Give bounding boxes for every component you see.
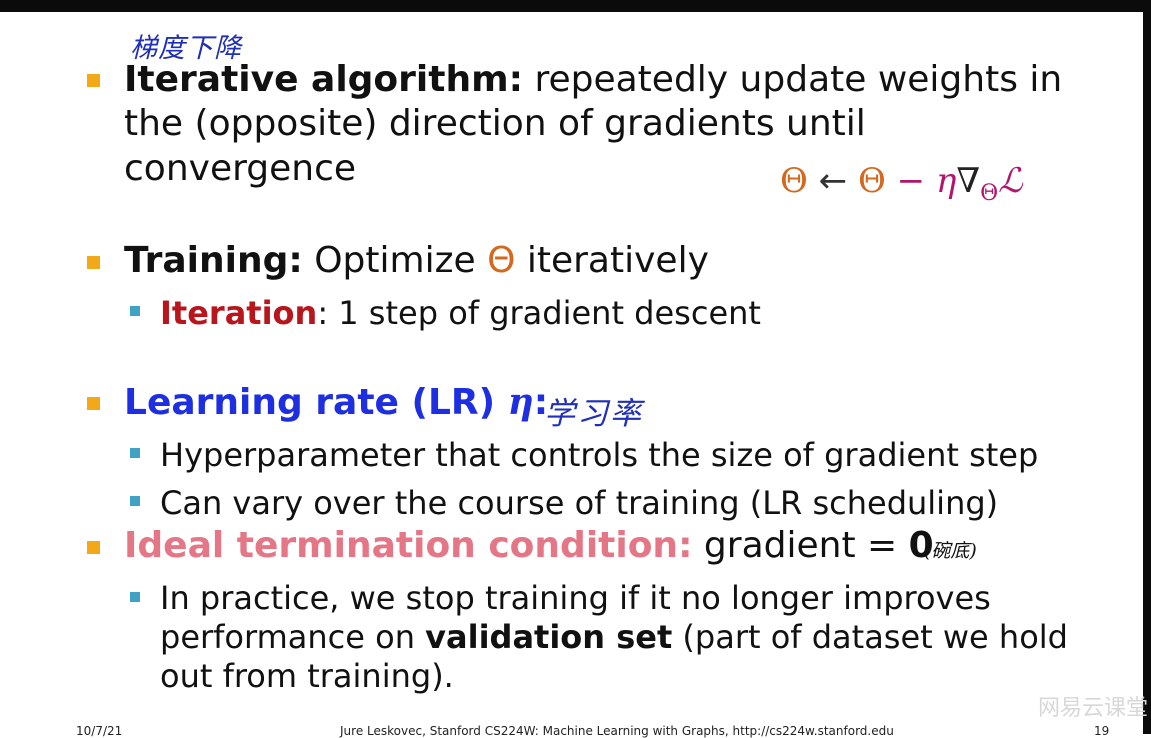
formula-theta-right: Θ	[857, 161, 886, 201]
formula-nabla: ∇	[956, 161, 981, 201]
formula-eta: η	[935, 161, 957, 201]
footer-date: 10/7/21	[76, 724, 123, 738]
handwritten-annotation-bowl-bottom: (碗底)	[924, 540, 977, 562]
sub-bullet-marker	[130, 448, 140, 458]
learning-rate-eta: η	[507, 381, 534, 423]
bullet4-sub-line3: out from training).	[160, 657, 454, 695]
bullet4-sub-line1: In practice, we stop training if it no l…	[160, 579, 991, 617]
sub-bullet-marker	[130, 496, 140, 506]
screen-top-border	[0, 0, 1151, 12]
bullet2-text-after: iteratively	[515, 240, 709, 281]
slide: 梯度下降 Iterative algorithm: repeatedly upd…	[0, 12, 1148, 738]
bullet3-sub1: Hyperparameter that controls the size of…	[160, 436, 1039, 474]
bullet3-line: Learning rate (LR) η:	[124, 384, 548, 421]
bullet-marker	[87, 541, 100, 554]
page-number: 19	[1094, 724, 1110, 738]
termination-text: gradient =	[692, 525, 909, 566]
watermark: 网易云课堂	[1038, 696, 1149, 721]
formula-loss: ℒ	[998, 161, 1023, 201]
bullet1-text: repeatedly update weights in	[523, 59, 1063, 100]
bullet1-line3: convergence	[124, 148, 357, 189]
formula-arrow: ←	[807, 161, 858, 201]
validation-set-term: validation set	[425, 618, 673, 656]
bullet4-line: Ideal termination condition: gradient = …	[124, 528, 934, 564]
sub-bullet-marker	[130, 592, 140, 602]
bullet-marker	[87, 256, 100, 269]
bullet3-sub2: Can vary over the course of training (LR…	[160, 484, 999, 522]
bullet4-sub-text-after: (part of dataset we hold	[672, 618, 1068, 656]
termination-term: Ideal termination condition:	[124, 525, 693, 566]
iteration-term: Iteration	[160, 294, 318, 332]
bullet4-sub-line2: performance on validation set (part of d…	[160, 621, 1068, 653]
bullet1-line2: the (opposite) direction of gradients un…	[124, 103, 866, 144]
bullet4-sub-text: performance on	[160, 618, 426, 656]
bullet1-term: Iterative algorithm:	[124, 59, 524, 100]
screen-right-border	[1143, 0, 1151, 734]
bullet-marker	[87, 74, 100, 87]
bullet2-text-before: Optimize	[302, 240, 488, 281]
bullet2-term: Training:	[124, 240, 303, 281]
learning-rate-term: Learning rate (LR)	[124, 382, 508, 423]
bullet-marker	[87, 397, 100, 410]
handwritten-annotation-learning-rate: 学习率	[544, 396, 643, 432]
formula-subscript-theta: Θ	[980, 181, 999, 206]
footer-credit: Jure Leskovec, Stanford CS224W: Machine …	[340, 724, 894, 738]
bullet2-sub: Iteration: 1 step of gradient descent	[160, 297, 761, 329]
sub-bullet-marker	[130, 306, 140, 316]
formula-theta-left: Θ	[780, 161, 808, 201]
update-formula: Θ ← Θ − η∇Θℒ	[780, 161, 1023, 205]
bullet2-theta: Θ	[487, 240, 516, 281]
bullet2-line: Training: Optimize Θ iteratively	[124, 243, 709, 279]
formula-minus: −	[885, 161, 936, 201]
bullet1-line1: Iterative algorithm: repeatedly update w…	[124, 62, 1062, 98]
iteration-text: : 1 step of gradient descent	[317, 294, 761, 332]
